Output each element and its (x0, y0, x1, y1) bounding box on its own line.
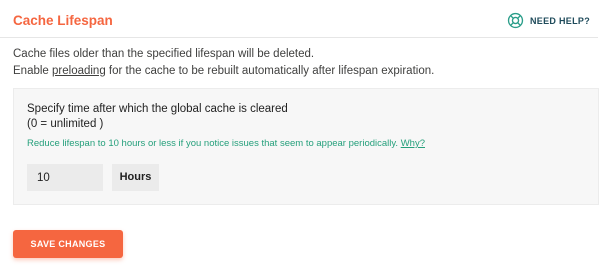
description-line-2-end: for the cache to be rebuilt automaticall… (105, 64, 435, 77)
lifebuoy-icon (507, 12, 524, 29)
save-changes-button[interactable]: SAVE CHANGES (13, 230, 123, 258)
lifespan-note-text: Reduce lifespan to 10 hours or less if y… (27, 138, 399, 149)
why-link[interactable]: Why? (401, 138, 425, 149)
section-header: Cache Lifespan NEED HELP? (0, 0, 598, 38)
need-help-label: NEED HELP? (529, 15, 590, 26)
lifespan-field-label: Specify time after which the global cach… (27, 102, 288, 132)
lifespan-value-input[interactable] (27, 164, 103, 191)
section-description: Cache files older than the specified lif… (13, 46, 434, 79)
preloading-link[interactable]: preloading (52, 65, 106, 77)
description-line-1: Cache files older than the specified lif… (13, 48, 315, 60)
lifespan-warning-note: Reduce lifespan to 10 hours or less if y… (27, 138, 425, 149)
lifespan-label-line-2: (0 = unlimited ) (27, 118, 104, 130)
need-help-link[interactable]: NEED HELP? (507, 12, 590, 29)
cache-lifespan-section: Cache Lifespan NEED HELP? Cache files ol… (0, 0, 600, 268)
section-title: Cache Lifespan (13, 13, 113, 28)
description-line-2: Enable preloading for the cache to be re… (13, 63, 434, 80)
description-line-2-start: Enable (13, 64, 53, 77)
lifespan-label-line-1: Specify time after which the global cach… (27, 103, 288, 115)
lifespan-unit-label: Hours (112, 164, 159, 191)
lifespan-settings-panel: Specify time after which the global cach… (13, 88, 599, 205)
